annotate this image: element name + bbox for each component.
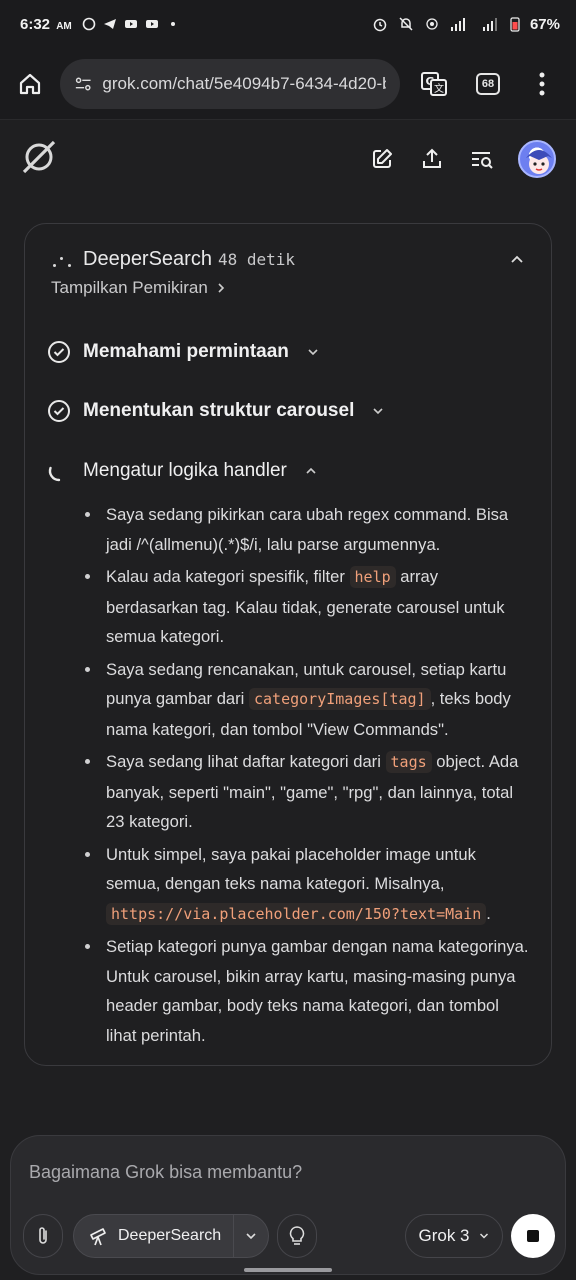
- hotspot-icon: [426, 18, 438, 30]
- battery-percent: 67%: [529, 15, 560, 33]
- composer-toolbar: DeeperSearch Grok 3: [21, 1214, 557, 1258]
- more-vertical-icon: [539, 72, 545, 95]
- youtube-icon: [145, 20, 158, 28]
- think-button[interactable]: [277, 1214, 317, 1258]
- check-circle-icon: [48, 400, 70, 422]
- mode-label: DeeperSearch: [118, 1227, 222, 1244]
- elapsed-time: 48 detik: [217, 250, 296, 269]
- inline-code: tags: [385, 751, 432, 773]
- address-bar[interactable]: grok.com/chat/5e4094b7-6434-4d20-be4: [60, 58, 400, 109]
- stop-icon: [527, 1230, 539, 1242]
- paperclip-icon: [39, 1227, 47, 1244]
- battery-icon: [510, 17, 520, 32]
- grok-logo[interactable]: [20, 138, 58, 181]
- step-item[interactable]: Mengatur logika handler: [47, 459, 319, 483]
- svg-text:文: 文: [434, 82, 444, 95]
- list-item: Kalau ada kategori spesifik, filter help…: [83, 562, 533, 652]
- attach-button[interactable]: [23, 1214, 63, 1258]
- browser-menu-button[interactable]: [522, 64, 562, 104]
- chevron-down-icon: [246, 1233, 256, 1240]
- share-icon: [423, 148, 441, 168]
- edit-icon: [373, 149, 392, 168]
- history-search-button[interactable]: [468, 145, 496, 173]
- list-item: Saya sedang rencanakan, untuk carousel, …: [83, 655, 533, 745]
- grok-logo-icon: [22, 140, 56, 173]
- collapse-button[interactable]: [507, 250, 527, 270]
- model-label: Grok 3: [418, 1226, 470, 1245]
- chevron-down-icon: [373, 408, 383, 415]
- loading-dots-icon: [51, 251, 73, 269]
- deepersearch-mode-button[interactable]: DeeperSearch: [73, 1214, 269, 1258]
- deepersearch-header: DeeperSearch 48 detik: [51, 248, 295, 271]
- gesture-bar: [244, 1268, 332, 1272]
- clock: 6:32 AM: [20, 15, 72, 33]
- avatar-image-icon: [526, 150, 552, 174]
- chevron-down-icon: [479, 1233, 488, 1239]
- list-item: Untuk simpel, saya pakai placeholder ima…: [83, 840, 533, 930]
- browser-toolbar: grok.com/chat/5e4094b7-6434-4d20-be4 G文 …: [0, 48, 576, 120]
- alarm-icon: [373, 18, 387, 32]
- lightbulb-icon: [289, 1226, 305, 1245]
- system-icons: 67%: [372, 16, 560, 33]
- tab-switcher-button[interactable]: 68: [468, 64, 508, 104]
- step-item[interactable]: Memahami permintaan: [47, 340, 321, 364]
- deepersearch-card: DeeperSearch 48 detik Tampilkan Pemikira…: [24, 223, 552, 1066]
- whatsapp-icon: [82, 17, 96, 31]
- deepersearch-toggle[interactable]: DeeperSearch: [74, 1215, 234, 1257]
- step-label: Memahami permintaan: [83, 341, 289, 362]
- notification-icons: [82, 17, 180, 31]
- mode-dropdown-button[interactable]: [234, 1229, 268, 1243]
- chevron-down-icon: [308, 349, 318, 356]
- dot-icon: [170, 22, 175, 26]
- share-button[interactable]: [418, 145, 446, 173]
- home-button[interactable]: [14, 68, 46, 100]
- stop-button[interactable]: [511, 1214, 555, 1258]
- step-label: Mengatur logika handler: [83, 460, 287, 481]
- url-text: grok.com/chat/5e4094b7-6434-4d20-be4: [102, 73, 386, 93]
- step-item[interactable]: Menentukan struktur carousel: [47, 399, 386, 423]
- new-chat-button[interactable]: [368, 145, 396, 173]
- search-history-icon: [472, 152, 493, 169]
- inline-code: categoryImages[tag]: [248, 688, 431, 710]
- message-input[interactable]: Bagaimana Grok bisa membantu?: [29, 1162, 302, 1183]
- deepersearch-title: DeeperSearch: [83, 248, 212, 270]
- step-label: Menentukan struktur carousel: [83, 400, 355, 421]
- translate-button[interactable]: G文: [414, 64, 454, 104]
- user-avatar[interactable]: [518, 140, 556, 178]
- list-item: Saya sedang pikirkan cara ubah regex com…: [83, 500, 533, 559]
- tab-count: 68: [476, 72, 500, 95]
- model-selector[interactable]: Grok 3: [405, 1214, 503, 1258]
- chevron-up-icon: [306, 467, 316, 474]
- list-item: Setiap kategori punya gambar dengan nama…: [83, 932, 533, 1050]
- show-thinking-label: Tampilkan Pemikiran: [51, 278, 208, 297]
- telescope-icon: [90, 1228, 106, 1246]
- home-icon: [19, 73, 41, 94]
- site-settings-icon[interactable]: [74, 74, 92, 94]
- list-item: Saya sedang lihat daftar kategori dari t…: [83, 747, 533, 837]
- signal-icon: [482, 18, 497, 31]
- translate-icon: G文: [421, 71, 447, 96]
- show-thinking-link[interactable]: Tampilkan Pemikiran: [51, 278, 226, 298]
- app-header: [0, 121, 576, 197]
- status-bar: 6:32 AM 67%: [0, 0, 576, 48]
- message-composer: Bagaimana Grok bisa membantu? DeeperSear…: [10, 1135, 566, 1275]
- inline-code: help: [349, 566, 396, 588]
- check-circle-icon: [48, 341, 70, 363]
- inline-code: https://via.placeholder.com/150?text=Mai…: [106, 902, 487, 925]
- chevron-up-icon: [511, 255, 523, 263]
- mute-icon: [399, 17, 413, 31]
- youtube-icon: [124, 20, 137, 28]
- chevron-right-icon: [218, 283, 224, 293]
- spinner-icon: [48, 466, 61, 482]
- signal-icon: [450, 18, 465, 31]
- thinking-bullets: Saya sedang pikirkan cara ubah regex com…: [83, 500, 533, 1053]
- telegram-icon: [103, 19, 116, 29]
